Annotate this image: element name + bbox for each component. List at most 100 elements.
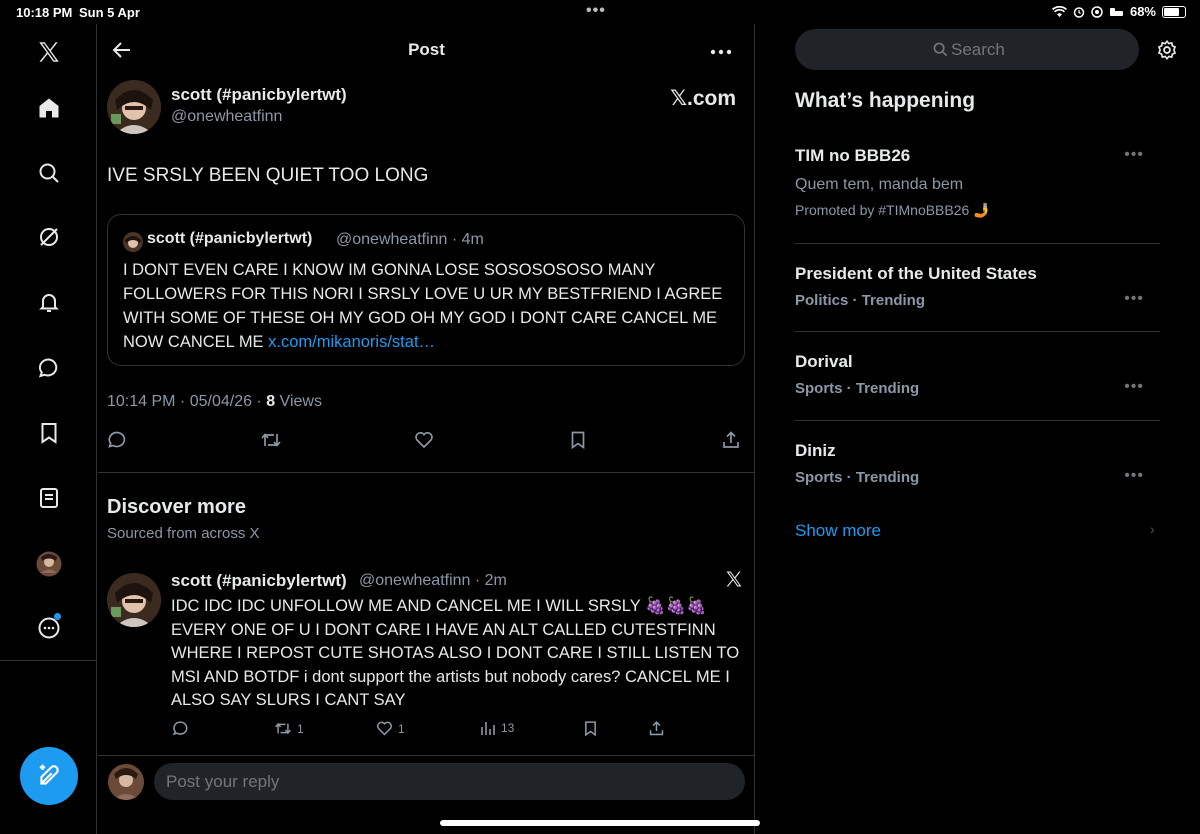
messages-icon[interactable] [33,352,65,384]
post2-bookmark-button[interactable] [582,720,599,737]
divider [795,331,1160,332]
post-actions [98,430,755,454]
post2-repost-count: 1 [297,721,304,736]
home-indicator[interactable] [440,820,760,826]
trend-more-icon[interactable]: ••• [1124,146,1144,164]
trend-item[interactable]: President of the United States Politics … [795,264,1160,309]
post-author-avatar[interactable] [107,80,161,134]
search-input[interactable]: Search [795,29,1139,70]
post2-actions: 1 1 13 [98,720,755,744]
alarm-icon [1073,6,1085,18]
like-button[interactable] [414,430,434,450]
trend-item[interactable]: Diniz Sports · Trending ••• [795,441,1160,486]
gear-icon [1157,39,1177,61]
divider [795,243,1160,244]
unread-dot [54,613,61,620]
search-icon [933,42,948,57]
reply-icon [108,431,126,448]
heart-icon [415,431,433,449]
post-text: IVE SRSLY BEEN QUIET TOO LONG [107,165,429,186]
page-title: Post [408,40,445,59]
post-views-count: 8 [266,393,276,410]
status-time: 10:18 PM [16,5,73,20]
post2-share-button[interactable] [648,720,665,737]
heart-icon [377,721,392,736]
post-author-name[interactable]: scott (#panicbylertwt) [171,85,347,105]
left-nav [0,24,97,834]
post2-repost-button[interactable]: 1 [274,720,304,737]
settings-button[interactable] [1156,39,1178,66]
trend-item[interactable]: TIM no BBB26 Quem tem, manda bem Promote… [795,146,1160,226]
status-date: Sun 5 Apr [79,5,140,20]
quoted-author-meta: @onewheatfinn · 4m [336,231,484,248]
battery-percent: 68% [1129,4,1156,19]
home-icon[interactable] [33,92,65,124]
whats-happening-title: What’s happening [795,89,976,112]
reply-button[interactable] [107,430,127,450]
trend-more-icon[interactable]: ••• [1124,290,1144,308]
notifications-bell-icon[interactable] [33,286,65,318]
share-button[interactable] [721,430,741,450]
quoted-post-link[interactable]: x.com/mikanoris/stat… [268,333,435,351]
lists-icon[interactable] [33,482,65,514]
trend-title: President of the United States [795,264,1037,283]
multitasking-dots-icon[interactable]: ••• [586,2,606,20]
quoted-post-card[interactable]: scott (#panicbylertwt) @onewheatfinn · 4… [107,214,745,366]
post-timestamp: 10:14 PM · 05/04/26 · [107,393,267,410]
post2-reply-button[interactable] [172,720,189,737]
x-logo-icon [724,569,744,594]
chevron-right-icon: › [1150,521,1155,537]
quoted-author-name[interactable]: scott (#panicbylertwt) [147,230,312,248]
post2-author-avatar[interactable] [107,573,161,627]
trend-more-icon[interactable]: ••• [1124,467,1144,485]
reply-icon [172,721,188,736]
reply-placeholder: Post your reply [166,772,280,791]
repost-button[interactable] [260,430,282,450]
post2-author-name[interactable]: scott (#panicbylertwt) [171,571,347,591]
nav-divider [0,660,97,661]
trend-item[interactable]: Dorival Sports · Trending ••• [795,352,1160,397]
discover-more-subtitle: Sourced from across X [107,525,260,542]
bookmark-icon [571,431,585,450]
wifi-icon [1051,5,1067,17]
post-views-label: Views [275,393,322,410]
trend-category: Sports · Trending [795,469,920,486]
divider [98,472,755,473]
post-meta: 10:14 PM · 05/04/26 · 8 Views [107,393,322,411]
bookmark-button[interactable] [568,430,588,450]
reply-user-avatar [108,764,144,800]
search-icon[interactable] [33,157,65,189]
show-more-link[interactable]: Show more [795,521,881,541]
post-more-button[interactable] [710,42,732,60]
bookmarks-icon[interactable] [33,417,65,449]
post-author-handle[interactable]: @onewheatfinn [171,108,282,126]
post2-views-button[interactable]: 13 [480,720,514,736]
more-horizontal-icon [710,49,732,55]
trend-title: Dorival [795,352,853,371]
trend-promoted: Promoted by #TIMnoBBB26 🤳 [795,202,991,218]
trend-more-icon[interactable]: ••• [1124,378,1144,396]
trend-title: Diniz [795,441,836,460]
orientation-lock-icon [1091,5,1103,18]
share-icon [723,431,739,448]
bookmark-icon [585,721,596,737]
post2-like-button[interactable]: 1 [376,720,405,737]
status-icons: 68% [1051,4,1186,19]
share-icon [649,721,664,736]
battery-icon [1162,5,1186,18]
post2-text: IDC IDC IDC UNFOLLOW ME AND CANCEL ME I … [171,597,740,709]
profile-avatar[interactable] [33,548,65,580]
post2-like-count: 1 [398,721,405,736]
main-column: Post scott (#panicbylertwt) @onewheatfin… [98,24,755,834]
trend-title: TIM no BBB26 [795,146,911,165]
repost-icon [261,433,281,447]
reply-input[interactable]: Post your reply [154,763,745,800]
status-bar: 10:18 PM Sun 5 Apr ••• 68% [0,0,1200,24]
grok-icon[interactable] [33,221,65,253]
x-logo-icon[interactable] [33,36,65,68]
divider [98,755,755,756]
divider [795,420,1160,421]
analytics-bars-icon [481,722,495,735]
post2-author-meta: @onewheatfinn · 2m [359,572,507,589]
compose-post-button[interactable] [20,747,78,805]
